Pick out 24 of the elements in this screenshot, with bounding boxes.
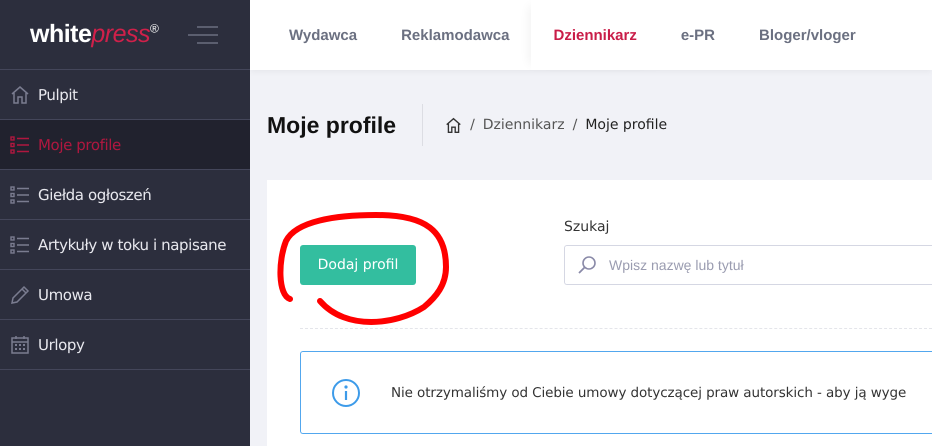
tab[interactable]: Bloger/vloger: [737, 0, 878, 70]
breadcrumb-separator: /: [470, 117, 475, 133]
tab[interactable]: Wydawca: [267, 0, 380, 70]
tab[interactable]: Reklamodawca: [379, 0, 532, 70]
search-label: Szukaj: [564, 219, 610, 235]
breadcrumb-item[interactable]: Dziennikarz: [482, 117, 565, 133]
menu-icon[interactable]: [188, 26, 218, 44]
search-icon: [577, 255, 597, 275]
logo: whitepress$^{®}$: [30, 20, 158, 49]
info-message: Nie otrzymaliśmy od Ciebie umowy dotyczącej praw autorskich - aby ją wyge: [391, 384, 906, 400]
info-icon: [331, 378, 361, 408]
list-icon: [10, 234, 30, 254]
list-icon: [10, 134, 30, 154]
search-field[interactable]: Wpisz nazwę lub tytuł: [564, 245, 932, 285]
page-title: Moje profile: [267, 104, 424, 146]
calendar-icon: [10, 334, 30, 354]
breadcrumb-item: Moje profile: [585, 117, 668, 133]
pencil-icon: [10, 284, 30, 304]
home-icon: [10, 84, 30, 104]
tab[interactable]: Dziennikarz: [531, 0, 659, 70]
breadcrumb-separator: /: [572, 117, 578, 133]
home-icon[interactable]: [445, 116, 462, 134]
tab[interactable]: e-PR: [658, 0, 738, 70]
list-icon: [10, 184, 30, 204]
